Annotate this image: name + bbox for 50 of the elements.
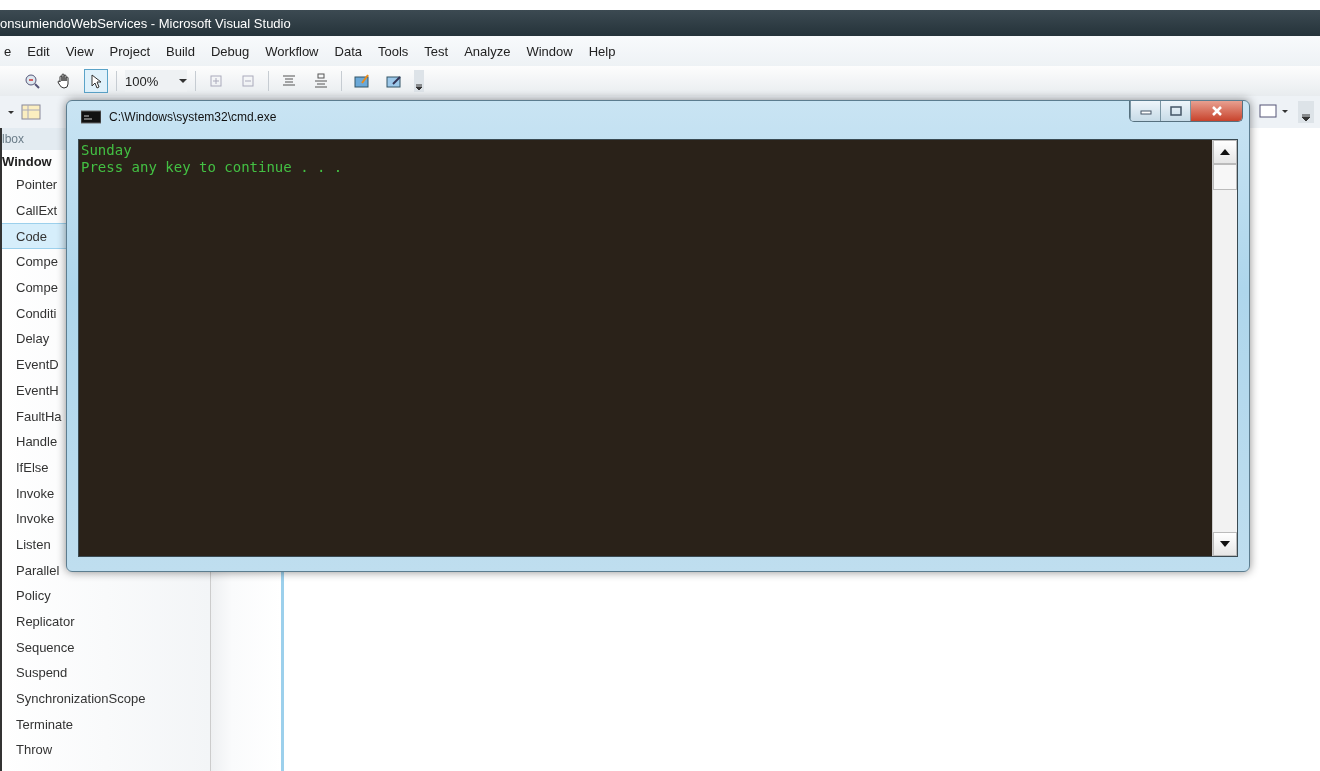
console-line: Sunday (81, 142, 133, 159)
menu-item[interactable]: Project (109, 43, 151, 59)
minus-square-icon (240, 73, 256, 89)
up-arrow-icon (1220, 149, 1230, 155)
overflow-icon (414, 70, 424, 92)
toolbox-title: lbox (2, 132, 24, 146)
menu-item[interactable]: Test (424, 43, 449, 59)
window-edit-icon (354, 73, 370, 89)
scrollbar-thumb[interactable] (1213, 164, 1237, 190)
close-button[interactable] (1190, 101, 1242, 121)
panel-dropdown-icon (1258, 101, 1314, 123)
zoom-out-icon (24, 73, 40, 89)
menu-item[interactable]: Window (526, 43, 573, 59)
menu-item[interactable]: Edit (27, 43, 50, 59)
pencil-window-icon (386, 73, 402, 89)
toolbox-item[interactable]: Throw (2, 737, 210, 763)
console-window-title: C:\Windows\system32\cmd.exe (109, 110, 277, 124)
plus-square-icon (208, 73, 224, 89)
minimize-button[interactable] (1130, 101, 1160, 121)
menu-item[interactable]: Help (588, 43, 616, 59)
stack-icon (313, 73, 329, 89)
toolbox-item[interactable]: Replicator (2, 608, 210, 635)
menu-item[interactable]: e (4, 43, 12, 59)
menu-item[interactable]: Analyze (464, 43, 511, 59)
caret-icon (179, 78, 187, 84)
scroll-up-button[interactable] (1213, 140, 1237, 164)
console-icon (81, 110, 101, 124)
menu-item[interactable]: Workflow (265, 43, 319, 59)
menu-item[interactable]: Debug (211, 43, 250, 59)
menu-item[interactable]: Build (166, 43, 195, 59)
console-line: Press any key to continue . . . (81, 159, 344, 176)
pointer-button[interactable] (84, 69, 108, 93)
maximize-icon (1169, 106, 1182, 116)
lines-icon (281, 73, 297, 89)
down-arrow-icon (1220, 541, 1230, 547)
menu-item[interactable]: Tools (378, 43, 409, 59)
scroll-down-button[interactable] (1213, 532, 1237, 556)
menu-item[interactable]: Data (334, 43, 362, 59)
maximize-button[interactable] (1160, 101, 1190, 121)
toolbox-group-header[interactable]: Window (2, 153, 52, 169)
toolbox-item[interactable]: Suspend (2, 660, 210, 686)
toolbox-item[interactable]: Terminate (2, 711, 210, 738)
toolbox-item[interactable]: Policy (2, 583, 210, 609)
toolbox-item[interactable]: Sequence (2, 634, 210, 661)
toolbox-item[interactable]: SynchronizationScope (2, 685, 210, 712)
menu-item[interactable]: View (65, 43, 94, 59)
cursor-icon (88, 73, 104, 89)
hand-icon (56, 73, 72, 89)
window-title: onsumiendoWebServices - Microsoft Visual Studio (0, 15, 291, 31)
close-icon (1210, 106, 1223, 116)
